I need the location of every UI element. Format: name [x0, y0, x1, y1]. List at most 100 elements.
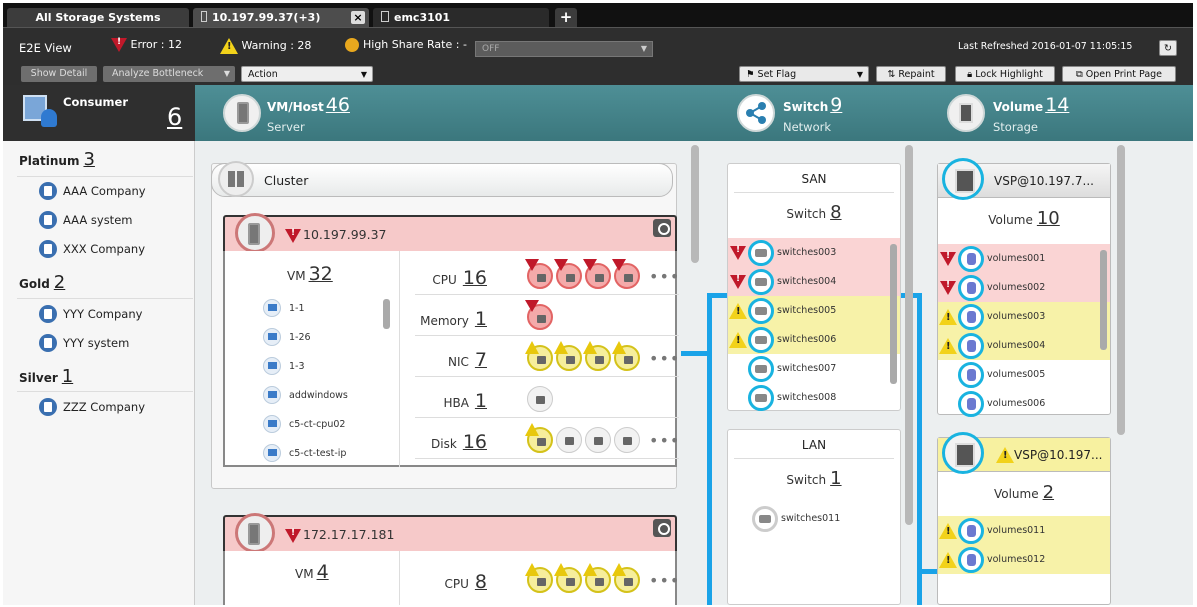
cpu-icon[interactable]	[612, 259, 640, 289]
volume-count[interactable]: 2	[1043, 482, 1054, 503]
cpu-icon[interactable]	[525, 259, 553, 289]
location-pin-icon[interactable]	[653, 519, 671, 537]
group-count[interactable]: 3	[83, 149, 94, 170]
tab-all-storage-systems[interactable]: All Storage Systems	[7, 8, 189, 27]
resource-count[interactable]: 16	[463, 267, 487, 289]
switch-item[interactable]: switches011	[752, 504, 924, 533]
sidebar-item-zzz-company[interactable]: ZZZ Company	[39, 398, 145, 416]
sidebar-item-aaa-system[interactable]: AAA system	[39, 211, 132, 229]
lan-switch-count[interactable]: 1	[830, 468, 841, 489]
cpu-icon[interactable]	[583, 259, 611, 289]
disk-icon[interactable]	[585, 427, 611, 453]
vmhost-count[interactable]: 46	[326, 94, 350, 116]
storage-header[interactable]: VSP@10.197...	[938, 432, 1110, 474]
storage-header[interactable]: VSP@10.197.7...	[938, 158, 1110, 200]
volume-count[interactable]: 10	[1037, 208, 1060, 229]
volume-item[interactable]: volumes005	[938, 360, 1110, 389]
volume-item[interactable]: volumes012	[938, 545, 1110, 574]
nic-icon[interactable]	[525, 341, 553, 371]
flag-icon: ⚑	[746, 69, 758, 80]
add-tab-button[interactable]: +	[555, 8, 577, 27]
memory-icon[interactable]	[525, 300, 553, 330]
cpu-icon[interactable]	[554, 563, 582, 593]
vm-item[interactable]: c5-ct-cpu02	[263, 415, 345, 433]
switch-item[interactable]: switches004	[728, 267, 900, 296]
open-print-page-button[interactable]: ⧉ Open Print Page	[1062, 66, 1176, 82]
group-count[interactable]: 2	[54, 272, 65, 293]
vm-item[interactable]: addwindows	[263, 386, 348, 404]
set-flag-button[interactable]: ⚑ Set Flag ▼	[739, 66, 869, 82]
hba-icon[interactable]	[527, 386, 553, 412]
vm-item[interactable]: 1-3	[263, 357, 305, 375]
location-pin-icon[interactable]	[653, 219, 671, 237]
vm-item[interactable]: 1-1	[263, 299, 305, 317]
more-icon[interactable]: •••	[649, 571, 680, 590]
more-icon[interactable]: •••	[649, 267, 680, 286]
host-header[interactable]: 10.197.99.37	[223, 213, 677, 253]
tab-emc[interactable]: emc3101	[373, 8, 549, 27]
refresh-button[interactable]: ↻	[1159, 40, 1177, 56]
resource-count[interactable]: 1	[475, 308, 487, 330]
cpu-icon[interactable]	[612, 563, 640, 593]
volume-item[interactable]: volumes011	[938, 516, 1110, 545]
cpu-icon[interactable]	[554, 259, 582, 289]
volume-count[interactable]: 14	[1045, 94, 1069, 116]
lock-highlight-button[interactable]: 🔒︎ Lock Highlight	[955, 66, 1055, 82]
resource-count[interactable]: 7	[475, 349, 487, 371]
server-column-scrollbar[interactable]	[691, 145, 699, 263]
volume-icon	[958, 546, 984, 573]
tab-host[interactable]: 10.197.99.37(+3) ×	[193, 8, 369, 27]
resource-count[interactable]: 16	[463, 431, 487, 453]
topology-canvas: Cluster 10.197.99.37 VM32 1-1 1-26 1-3 a…	[195, 141, 1193, 605]
vm-item[interactable]: c5-ct-test-ip	[263, 444, 346, 462]
volume-item[interactable]: volumes006	[938, 389, 1110, 418]
cluster-header[interactable]: Cluster	[211, 161, 673, 197]
host-header[interactable]: 172.17.17.181	[223, 513, 677, 553]
nic-icon[interactable]	[554, 341, 582, 371]
network-column-scrollbar[interactable]	[905, 145, 913, 525]
volume-list-scrollbar[interactable]	[1100, 250, 1107, 350]
switch-item[interactable]: switches007	[728, 354, 900, 383]
repaint-button[interactable]: ⇅ Repaint	[876, 66, 946, 82]
disk-icon[interactable]	[525, 423, 553, 453]
show-detail-button[interactable]: Show Detail	[21, 66, 97, 82]
company-icon	[39, 240, 57, 258]
vm-count[interactable]: 32	[309, 263, 333, 285]
consumer-header[interactable]: Consumer 6	[3, 85, 195, 141]
switch-count[interactable]: 9	[830, 94, 842, 116]
san-list-scrollbar[interactable]	[890, 244, 897, 384]
sidebar-item-yyy-system[interactable]: YYY system	[39, 334, 129, 352]
san-switch-count[interactable]: 8	[830, 202, 841, 223]
resource-count[interactable]: 1	[475, 390, 487, 412]
consumer-count[interactable]: 6	[167, 103, 182, 131]
nic-icon[interactable]	[583, 341, 611, 371]
sidebar-item-xxx-company[interactable]: XXX Company	[39, 240, 145, 258]
switch-item[interactable]: switches003	[728, 238, 900, 267]
group-count[interactable]: 1	[62, 366, 73, 387]
switch-item[interactable]: switches005	[728, 296, 900, 325]
resource-count[interactable]: 8	[475, 571, 487, 593]
analyze-bottleneck-button[interactable]: Analyze Bottleneck ▼	[103, 66, 235, 82]
switch-item[interactable]: switches006	[728, 325, 900, 354]
switch-item[interactable]: switches008	[728, 383, 900, 412]
vm-list-scrollbar[interactable]	[383, 299, 390, 329]
volume-item[interactable]: volumes002	[938, 273, 1110, 302]
sidebar-item-yyy-company[interactable]: YYY Company	[39, 305, 142, 323]
disk-icon[interactable]	[614, 427, 640, 453]
more-icon[interactable]: •••	[649, 349, 680, 368]
action-select[interactable]: Action ▼	[241, 66, 373, 82]
high-share-rate-select[interactable]: OFF ▼	[475, 41, 653, 57]
volume-item[interactable]: volumes004	[938, 331, 1110, 360]
volume-item[interactable]: volumes001	[938, 244, 1110, 273]
nic-icon[interactable]	[612, 341, 640, 371]
sidebar-item-aaa-company[interactable]: AAA Company	[39, 182, 146, 200]
more-icon[interactable]: •••	[649, 431, 680, 450]
vm-item[interactable]: 1-26	[263, 328, 311, 346]
close-tab-button[interactable]: ×	[351, 11, 365, 24]
volume-item[interactable]: volumes003	[938, 302, 1110, 331]
disk-icon[interactable]	[556, 427, 582, 453]
storage-column-scrollbar[interactable]	[1117, 145, 1125, 435]
vm-count[interactable]: 4	[317, 561, 329, 583]
cpu-icon[interactable]	[583, 563, 611, 593]
cpu-icon[interactable]	[525, 563, 553, 593]
